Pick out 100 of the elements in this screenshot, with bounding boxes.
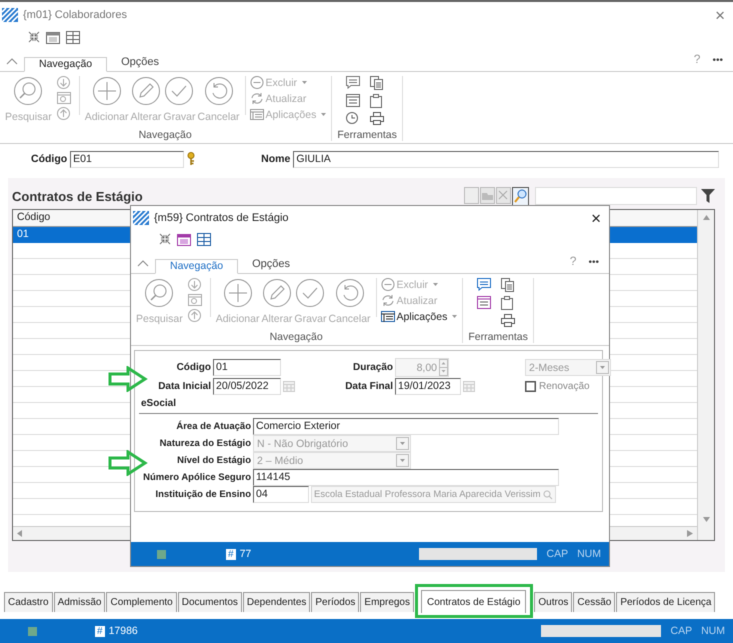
- clock-icon[interactable]: [346, 112, 360, 125]
- spinner-arrows-icon[interactable]: [439, 359, 448, 376]
- ribbon-tab[interactable]: Opções: [238, 255, 304, 274]
- collapse-icon[interactable]: [28, 31, 40, 43]
- vertical-scrollbar[interactable]: [697, 210, 714, 540]
- app-logo-icon: [133, 211, 149, 225]
- checkbox[interactable]: [525, 381, 536, 392]
- field-label: Código: [31, 153, 68, 165]
- panel-title: Contratos de Estágio: [12, 188, 143, 204]
- tab[interactable]: Empregos: [360, 592, 414, 612]
- up-arrow-icon[interactable]: [702, 215, 710, 220]
- date-field[interactable]: 19/01/2023: [395, 378, 461, 395]
- tab[interactable]: Cessão: [573, 592, 616, 612]
- tab[interactable]: Outros: [534, 592, 572, 612]
- list-icon: [250, 108, 264, 121]
- check-icon: [164, 76, 194, 106]
- search-icon[interactable]: [512, 186, 529, 206]
- search-icon: [144, 278, 174, 308]
- field-label: Nome: [261, 153, 290, 165]
- collapse-icon[interactable]: [159, 233, 171, 245]
- form-icon[interactable]: [346, 94, 360, 107]
- group-label: Navegação: [138, 129, 192, 143]
- caret-icon: [321, 113, 326, 116]
- window-title: {m59} Contratos de Estágio: [154, 212, 289, 224]
- ribbon-tab[interactable]: Opções: [107, 53, 174, 72]
- ribbon-tab[interactable]: Navegação: [24, 57, 108, 72]
- table-icon[interactable]: [197, 232, 211, 246]
- checkbox-label: Renovação: [539, 381, 590, 392]
- section-title: eSocial: [139, 396, 598, 414]
- record-count: 77: [240, 548, 252, 560]
- key-indicator: CAP: [546, 548, 568, 560]
- plus-icon: [222, 278, 253, 308]
- tab[interactable]: Dependentes: [242, 592, 310, 612]
- down-arrow-icon[interactable]: [57, 76, 70, 89]
- date-field[interactable]: 20/05/2022: [213, 378, 281, 395]
- form-icon[interactable]: [477, 296, 492, 309]
- left-arrow-icon[interactable]: [17, 530, 23, 537]
- table-cell-text: 01: [16, 227, 30, 242]
- tab[interactable]: Cadastro: [4, 592, 53, 612]
- collapse-ribbon-icon[interactable]: [137, 259, 149, 267]
- comment-icon[interactable]: [477, 278, 492, 291]
- filter-icon[interactable]: [701, 189, 715, 203]
- caret-icon: [302, 81, 308, 84]
- group-label: Navegação: [270, 331, 323, 345]
- collapse-ribbon-icon[interactable]: [6, 57, 18, 65]
- key-icon: [187, 152, 196, 166]
- tab[interactable]: Contratos de Estágio: [421, 590, 526, 613]
- more-button[interactable]: •••: [588, 257, 599, 268]
- right-arrow-icon[interactable]: [687, 530, 693, 537]
- copy-icon[interactable]: [370, 76, 384, 90]
- undo-icon: [334, 278, 365, 308]
- toolbar-button[interactable]: Aplicações: [380, 310, 458, 323]
- close-button[interactable]: ×: [715, 6, 725, 24]
- input-field[interactable]: 114145: [253, 469, 559, 486]
- record-icon: #: [226, 548, 236, 560]
- tab[interactable]: Documentos: [178, 592, 242, 612]
- tab[interactable]: Admissão: [54, 592, 106, 612]
- input-field[interactable]: GIULIA: [293, 150, 720, 168]
- tab[interactable]: Complemento: [106, 592, 177, 612]
- close-button[interactable]: ×: [591, 210, 601, 226]
- up-arrow-icon[interactable]: [57, 107, 70, 120]
- down-arrow-icon[interactable]: [188, 278, 202, 291]
- status-indicator-icon: [157, 550, 166, 558]
- copy-icon[interactable]: [501, 278, 514, 292]
- input-field[interactable]: 04: [253, 486, 309, 503]
- input-field[interactable]: E01: [70, 150, 184, 168]
- group-label: Ferramentas: [337, 129, 397, 143]
- printer-icon[interactable]: [370, 112, 384, 125]
- refresh-icon: [250, 92, 264, 105]
- window-icon[interactable]: [56, 92, 71, 104]
- group-label: Ferramentas: [468, 331, 528, 345]
- down-arrow-icon[interactable]: [702, 517, 710, 522]
- plus-icon: [92, 76, 122, 106]
- up-arrow-icon[interactable]: [188, 309, 202, 322]
- ribbon-tab[interactable]: Navegação: [155, 259, 238, 274]
- field-label: Natureza do Estágio: [158, 438, 251, 449]
- field-label: Número Apólice Seguro: [142, 472, 251, 483]
- status-indicator-icon: [28, 626, 37, 636]
- paste-icon[interactable]: [501, 296, 514, 310]
- search-icon: [13, 76, 44, 106]
- tab[interactable]: Períodos: [311, 592, 360, 612]
- window-title: {m01} Colaboradores: [23, 9, 127, 21]
- record-icon: #: [95, 626, 105, 636]
- table-icon[interactable]: [66, 30, 80, 44]
- search-field[interactable]: [535, 187, 697, 205]
- undo-icon: [204, 76, 234, 106]
- input-field[interactable]: 01: [213, 359, 281, 376]
- caret-icon: [433, 283, 438, 286]
- key-indicator: NUM: [701, 625, 725, 637]
- field-label: Área de Atuação: [175, 421, 251, 432]
- window-icon[interactable]: [188, 294, 202, 306]
- refresh-icon: [380, 294, 395, 307]
- paste-icon[interactable]: [370, 94, 382, 108]
- comment-icon[interactable]: [346, 76, 360, 89]
- tab[interactable]: Períodos de Licença: [616, 592, 716, 612]
- field-label: Data Inicial: [157, 381, 211, 392]
- more-button[interactable]: •••: [712, 55, 723, 66]
- input-field[interactable]: Comercio Exterior: [253, 418, 559, 435]
- printer-icon[interactable]: [501, 314, 516, 327]
- list-icon: [380, 310, 395, 323]
